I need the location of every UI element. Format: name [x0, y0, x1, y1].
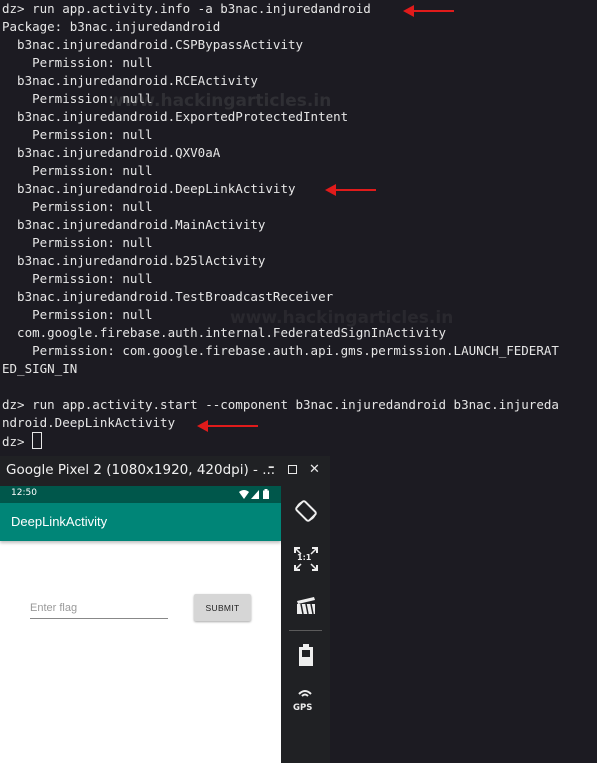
- status-bar: 12:50: [0, 486, 281, 503]
- annotation-arrow: [403, 5, 454, 17]
- fullscreen-label: 1:1: [297, 553, 312, 562]
- watermark: www.hackingarticles.in: [230, 308, 454, 328]
- terminal-line: dz> run app.activity.info -a b3nac.injur…: [2, 1, 371, 16]
- terminal-line: Permission: null: [2, 271, 153, 286]
- terminal-cursor: [32, 432, 43, 449]
- terminal-line: ndroid.DeepLinkActivity: [2, 415, 176, 430]
- terminal-line: b3nac.injuredandroid.RCEActivity: [2, 73, 258, 88]
- fullscreen-button[interactable]: 1:1: [281, 541, 330, 577]
- toolbar-divider: [289, 630, 322, 631]
- battery-button[interactable]: [281, 637, 330, 673]
- battery-icon: [298, 644, 313, 666]
- signal-icon: [251, 490, 259, 499]
- gps-label: GPS: [293, 703, 313, 713]
- terminal-line: Permission: com.google.firebase.auth.api…: [2, 343, 559, 358]
- terminal-line: b3nac.injuredandroid.DeepLinkActivity: [2, 181, 296, 196]
- status-time: 12:50: [11, 488, 37, 498]
- app-bar: DeepLinkActivity: [0, 503, 281, 541]
- terminal-line: Package: b3nac.injuredandroid: [2, 19, 221, 34]
- terminal-prompt-line[interactable]: dz>: [2, 432, 597, 450]
- app-title: DeepLinkActivity: [11, 514, 108, 529]
- emulator-title-bar[interactable]: Google Pixel 2 (1080x1920, 420dpi) - ...…: [0, 456, 330, 486]
- wifi-icon: [239, 490, 249, 499]
- terminal-line: b3nac.injuredandroid.QXV0aA: [2, 145, 221, 160]
- submit-button[interactable]: SUBMIT: [194, 594, 251, 621]
- terminal-line: Permission: null: [2, 199, 153, 214]
- terminal-line: b3nac.injuredandroid.MainActivity: [2, 217, 266, 232]
- terminal-line: b3nac.injuredandroid.b25lActivity: [2, 253, 266, 268]
- close-icon[interactable]: ✕: [309, 462, 320, 477]
- emulator-window: Google Pixel 2 (1080x1920, 420dpi) - ...…: [0, 456, 330, 763]
- terminal-line: ED_SIGN_IN: [2, 361, 78, 376]
- minimize-icon[interactable]: –: [268, 460, 275, 475]
- terminal-line: dz> run app.activity.start --component b…: [2, 397, 559, 412]
- rotate-button[interactable]: [281, 493, 330, 529]
- terminal-line: Permission: null: [2, 55, 153, 70]
- terminal-output: dz> run app.activity.info -a b3nac.injur…: [2, 0, 597, 450]
- emulator-side-toolbar: 1:1 GPS: [281, 486, 330, 763]
- maximize-icon[interactable]: [288, 465, 297, 474]
- terminal-line: Permission: null: [2, 127, 153, 142]
- terminal-line: b3nac.injuredandroid.CSPBypassActivity: [2, 37, 304, 52]
- device-screen: 12:50 DeepLinkActivity SUBMIT: [0, 486, 281, 763]
- gps-button[interactable]: GPS: [281, 683, 330, 719]
- battery-status-icon: [263, 489, 269, 499]
- rotate-icon: [294, 500, 317, 522]
- terminal-line: Permission: null: [2, 163, 153, 178]
- flag-input[interactable]: [30, 598, 168, 619]
- terminal-prompt: dz>: [2, 434, 33, 449]
- terminal-line: b3nac.injuredandroid.TestBroadcastReceiv…: [2, 289, 334, 304]
- screen-record-icon: [296, 597, 315, 615]
- emulator-window-title: Google Pixel 2 (1080x1920, 420dpi) - ...: [6, 462, 276, 478]
- annotation-arrow: [197, 420, 258, 432]
- annotation-arrow: [325, 184, 376, 196]
- screen-record-button[interactable]: [281, 587, 330, 623]
- watermark: www.hackingarticles.in: [108, 91, 332, 111]
- terminal-line: Permission: null: [2, 235, 153, 250]
